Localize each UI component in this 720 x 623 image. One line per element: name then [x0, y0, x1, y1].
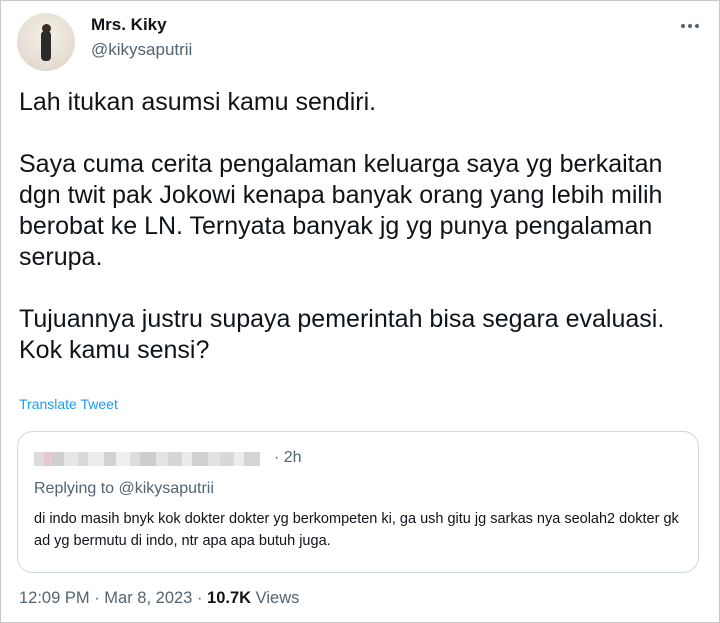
blurred-quoted-author	[34, 452, 270, 466]
replying-prefix: Replying to	[34, 480, 119, 497]
author-handle[interactable]: @kikysaputrii	[91, 40, 192, 60]
tweet-time[interactable]: 12:09 PM	[19, 589, 90, 607]
quoted-tweet-time[interactable]: · 2h	[274, 449, 302, 467]
more-options-button[interactable]	[675, 15, 705, 37]
meta-separator: ·	[89, 589, 105, 607]
meta-separator: ·	[192, 589, 208, 607]
tweet-text: Lah itukan asumsi kamu sendiri. Saya cum…	[19, 88, 665, 364]
avatar-figure-body	[41, 31, 51, 61]
author-display-name[interactable]: Mrs. Kiky	[91, 15, 167, 35]
tweet-date[interactable]: Mar 8, 2023	[104, 589, 192, 607]
quoted-tweet-text: di indo masih bnyk kok dokter dokter yg …	[34, 511, 679, 549]
more-horizontal-icon	[681, 24, 685, 28]
more-horizontal-icon-dot	[695, 24, 699, 28]
tweet-meta: 12:09 PM · Mar 8, 2023 · 10.7K Views	[19, 589, 299, 608]
views-count: 10.7K	[207, 589, 252, 607]
avatar[interactable]	[17, 13, 75, 71]
views-label: Views	[251, 589, 300, 607]
quoted-tweet-card[interactable]: · 2h Replying to @kikysaputrii di indo m…	[17, 431, 699, 573]
more-horizontal-icon-dot	[688, 24, 692, 28]
replying-handle[interactable]: @kikysaputrii	[119, 480, 214, 497]
translate-tweet-link[interactable]: Translate Tweet	[19, 396, 118, 412]
tweet-card: Mrs. Kiky @kikysaputrii Lah itukan asums…	[0, 0, 720, 623]
replying-to: Replying to @kikysaputrii	[34, 480, 214, 498]
